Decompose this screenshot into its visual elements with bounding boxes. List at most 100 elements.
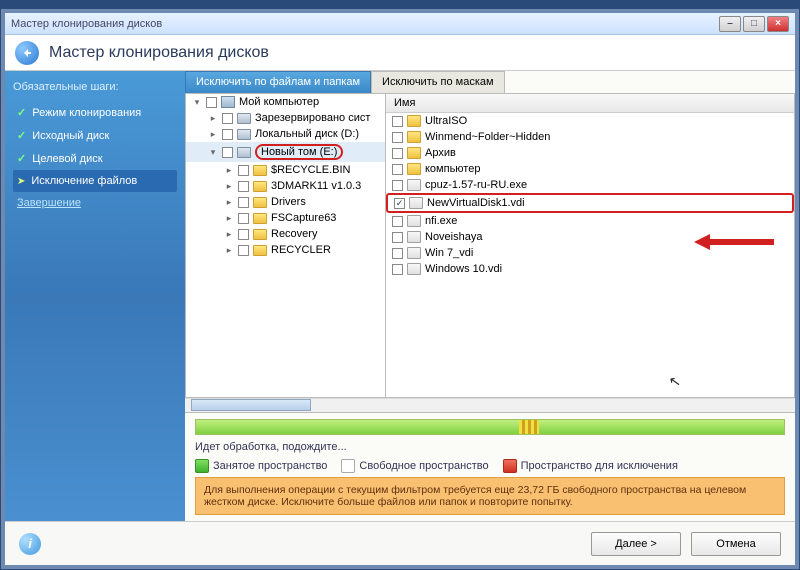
checkbox[interactable] — [392, 164, 403, 175]
folder-tree[interactable]: ▾Мой компьютер ▸ Зарезервировано сист ▸ Лока… — [186, 94, 386, 397]
cancel-button[interactable]: Отмена — [691, 532, 781, 556]
sidebar-step-label: Завершение — [17, 197, 81, 209]
sidebar-step-label: Режим клонирования — [32, 107, 141, 119]
folder-icon — [253, 245, 267, 256]
tree-node[interactable]: ▸RECYCLER — [186, 242, 385, 258]
file-row[interactable]: компьютер — [386, 161, 794, 177]
expand-icon[interactable]: ▸ — [224, 197, 234, 207]
column-header-name[interactable]: Имя — [386, 94, 794, 113]
file-icon — [407, 179, 421, 191]
expand-icon[interactable]: ▸ — [224, 181, 234, 191]
file-row[interactable]: UltraISO — [386, 113, 794, 129]
file-row[interactable]: Windows 10.vdi — [386, 261, 794, 277]
window-title: Мастер клонирования дисков — [11, 18, 162, 30]
tree-node[interactable]: ▸ Локальный диск (D:) — [186, 126, 385, 142]
checkbox[interactable] — [392, 248, 403, 259]
info-icon[interactable]: i — [19, 533, 41, 555]
checkbox[interactable] — [206, 97, 217, 108]
folder-icon — [253, 229, 267, 240]
legend-free-label: Свободное пространство — [359, 460, 488, 472]
folder-icon — [407, 131, 421, 143]
expand-icon[interactable]: ▾ — [208, 147, 218, 157]
tree-node[interactable]: ▸ Recovery — [186, 226, 385, 242]
tree-node[interactable]: ▾Мой компьютер — [186, 94, 385, 110]
folder-icon — [407, 147, 421, 159]
file-name: Noveishaya — [425, 231, 482, 243]
file-row[interactable]: Архив — [386, 145, 794, 161]
file-row[interactable]: cpuz-1.57-ru-RU.exe — [386, 177, 794, 193]
tree-node[interactable]: ▸$RECYCLE.BIN — [186, 162, 385, 178]
warning-message: Для выполнения операции с текущим фильтр… — [195, 477, 785, 515]
checkbox[interactable] — [392, 216, 403, 227]
expand-icon[interactable]: ▸ — [224, 245, 234, 255]
maximize-button[interactable]: □ — [743, 16, 765, 32]
expand-icon[interactable]: ▸ — [208, 113, 218, 123]
legend-excl-label: Пространство для исключения — [521, 460, 678, 472]
checkbox[interactable] — [392, 132, 403, 143]
expand-icon[interactable]: ▾ — [192, 97, 202, 107]
file-row[interactable]: Winmend~Folder~Hidden — [386, 129, 794, 145]
highlight-ring: Новый том (E:) — [255, 144, 343, 160]
legend-used-label: Занятое пространство — [213, 460, 327, 472]
sidebar-heading: Обязательные шаги: — [13, 81, 177, 93]
file-name: компьютер — [425, 163, 480, 175]
close-button[interactable]: × — [767, 16, 789, 32]
expand-icon[interactable]: ▸ — [224, 229, 234, 239]
tree-node-label: Локальный диск (D:) — [255, 128, 359, 140]
tree-node-label: Recovery — [271, 228, 317, 240]
tab-exclude-masks[interactable]: Исключить по маскам — [371, 71, 505, 93]
h-scrollbar-tree[interactable] — [185, 398, 795, 412]
tabs: Исключить по файлам и папкам Исключить п… — [185, 71, 795, 93]
next-button[interactable]: Далее > — [591, 532, 681, 556]
expand-icon[interactable]: ▸ — [224, 165, 234, 175]
expand-icon[interactable]: ▸ — [224, 213, 234, 223]
file-name: Windows 10.vdi — [425, 263, 502, 275]
footer: i Далее > Отмена — [5, 521, 795, 565]
file-name: nfi.exe — [425, 215, 457, 227]
tree-node[interactable]: ▸ Зарезервировано сист — [186, 110, 385, 126]
checkbox[interactable] — [238, 213, 249, 224]
checkbox[interactable] — [392, 264, 403, 275]
file-list[interactable]: Имя UltraISO Winmend~Folder~HiddenАрхив ко… — [386, 94, 794, 397]
checkbox[interactable] — [222, 129, 233, 140]
tab-exclude-files[interactable]: Исключить по файлам и папкам — [185, 71, 371, 93]
sidebar-step-2[interactable]: Целевой диск — [13, 147, 177, 170]
checkbox[interactable] — [222, 147, 233, 158]
legend: Занятое пространство Свободное пространс… — [195, 459, 785, 473]
sidebar-step-3[interactable]: Исключение файлов — [13, 170, 177, 192]
checkbox[interactable] — [238, 181, 249, 192]
tree-node[interactable]: ▸ 3DMARK11 v1.0.3 — [186, 178, 385, 194]
sidebar-step-label: Исходный диск — [32, 130, 109, 142]
titlebar[interactable]: Мастер клонирования дисков – □ × — [5, 13, 795, 35]
sidebar-step-0[interactable]: Режим клонирования — [13, 101, 177, 124]
tree-node[interactable]: ▸Drivers — [186, 194, 385, 210]
minimize-button[interactable]: – — [719, 16, 741, 32]
checkbox[interactable] — [238, 165, 249, 176]
tree-node-label: Зарезервировано сист — [255, 112, 370, 124]
folder-icon — [253, 197, 267, 208]
file-name: UltraISO — [425, 115, 467, 127]
sidebar-step-1[interactable]: Исходный диск — [13, 124, 177, 147]
tree-node[interactable]: ▸FSCapture63 — [186, 210, 385, 226]
tree-node[interactable]: ▾ Новый том (E:) — [186, 142, 385, 162]
exclusion-mark — [519, 420, 539, 434]
checkbox[interactable] — [238, 229, 249, 240]
checkbox[interactable]: ✓ — [394, 198, 405, 209]
checkbox[interactable] — [392, 232, 403, 243]
file-row[interactable]: ✓NewVirtualDisk1.vdi — [386, 193, 794, 213]
comp-icon — [221, 96, 235, 108]
tree-node-label: 3DMARK11 v1.0.3 — [271, 180, 361, 192]
sidebar-step-4[interactable]: Завершение — [13, 192, 177, 214]
checkbox[interactable] — [392, 180, 403, 191]
checkbox[interactable] — [238, 197, 249, 208]
folder-icon — [407, 163, 421, 175]
back-button[interactable] — [15, 41, 39, 65]
checkbox[interactable] — [222, 113, 233, 124]
checkbox[interactable] — [392, 148, 403, 159]
sidebar-step-label: Исключение файлов — [31, 175, 137, 187]
expand-icon[interactable]: ▸ — [208, 129, 218, 139]
file-row[interactable]: nfi.exe — [386, 213, 794, 229]
checkbox[interactable] — [238, 245, 249, 256]
checkbox[interactable] — [392, 116, 403, 127]
sidebar-step-label: Целевой диск — [32, 153, 102, 165]
